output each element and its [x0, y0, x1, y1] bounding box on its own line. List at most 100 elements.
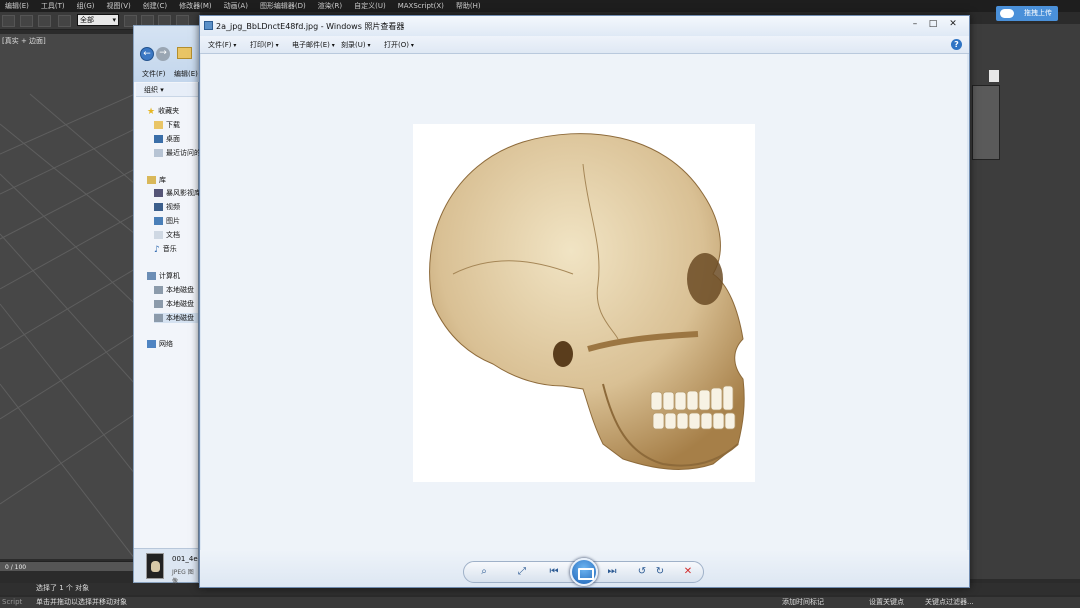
script-listener[interactable]: Script	[2, 597, 22, 608]
next-icon[interactable]: ⏭	[604, 565, 620, 579]
viewer-titlebar[interactable]: 2a_jpg_BbLDnctE48fd.jpg - Windows 照片查看器 …	[200, 16, 969, 36]
set-key-label[interactable]: 设置关键点	[869, 597, 904, 608]
max-menu-rendering[interactable]: 渲染(R)	[315, 0, 351, 12]
unlink-icon[interactable]	[38, 15, 51, 27]
maximize-button[interactable]: □	[924, 18, 942, 31]
upload-button[interactable]: 拖拽上传	[996, 6, 1058, 21]
max-menu-view[interactable]: 视图(V)	[104, 0, 140, 12]
network-icon	[147, 340, 156, 348]
slideshow-button[interactable]	[570, 558, 598, 586]
max-menu-customize[interactable]: 自定义(U)	[351, 0, 395, 12]
max-menu-tools[interactable]: 工具(T)	[38, 0, 74, 12]
menu-print[interactable]: 打印(P)	[250, 40, 279, 50]
forward-arrow-icon[interactable]: →	[156, 47, 170, 61]
documents-icon	[154, 231, 163, 239]
time-slider-label: 0 / 100	[5, 564, 27, 571]
folder-icon	[177, 47, 192, 59]
explorer-menu-edit[interactable]: 编辑(E)	[174, 69, 198, 79]
pictures-icon	[154, 217, 163, 225]
redo-icon[interactable]	[2, 15, 15, 27]
close-button[interactable]: ✕	[944, 18, 962, 31]
tree-lib-storm[interactable]: 暴风影视库	[154, 188, 201, 198]
max-prompt-bar: Script 单击并拖动以选择并移动对象 添加时间标记 设置关键点 关键点过滤器…	[0, 597, 1080, 608]
tree-recent[interactable]: 最近访问的	[154, 148, 201, 158]
displayed-photo	[413, 124, 755, 482]
bind-space-warp-icon[interactable]	[58, 15, 71, 27]
playback-controls: ⌕ ⤢ ⏮ ⏭ ↺ ↻ ✕	[463, 558, 704, 586]
selection-filter-dropdown[interactable]: 全部	[77, 14, 119, 26]
menu-burn[interactable]: 刻录(U)	[341, 40, 371, 50]
disk-icon	[154, 300, 163, 308]
image-canvas[interactable]	[201, 54, 967, 550]
link-icon[interactable]	[20, 15, 33, 27]
music-icon: ♪	[154, 245, 160, 255]
max-menu-modifiers[interactable]: 修改器(M)	[176, 0, 221, 12]
help-icon[interactable]: ?	[951, 39, 962, 50]
video-library-icon	[154, 189, 163, 197]
viewer-bottom-bar: ⌕ ⤢ ⏮ ⏭ ↺ ↻ ✕	[200, 550, 969, 587]
explorer-menu-file[interactable]: 文件(F)	[142, 69, 166, 79]
disk-icon	[154, 314, 163, 322]
tree-lib-music[interactable]: ♪ 音乐	[154, 244, 177, 255]
back-arrow-icon[interactable]: ←	[140, 47, 154, 61]
tree-lib-pictures[interactable]: 图片	[154, 216, 180, 226]
photo-viewer-window: 2a_jpg_BbLDnctE48fd.jpg - Windows 照片查看器 …	[199, 15, 970, 588]
max-menu-maxscript[interactable]: MAXScript(X)	[395, 0, 453, 12]
perspective-viewport[interactable]	[0, 34, 135, 559]
tree-network[interactable]: 网络	[147, 339, 173, 349]
max-menu-group[interactable]: 组(G)	[74, 0, 104, 12]
max-menu-help[interactable]: 帮助(H)	[453, 0, 490, 12]
explorer-nav: ← → 文件(F) 编辑(E)	[134, 26, 200, 82]
file-type: JPEG 图像	[172, 569, 194, 585]
tree-lib-documents[interactable]: 文档	[154, 230, 180, 240]
previous-icon[interactable]: ⏮	[546, 565, 562, 579]
menu-open[interactable]: 打开(O)	[384, 40, 414, 50]
explorer-details-pane: 001_4e JPEG 图像	[134, 548, 198, 585]
command-panel	[968, 24, 1080, 579]
photo-viewer-icon	[204, 21, 213, 30]
panel-spinners[interactable]	[969, 207, 991, 307]
file-thumbnail	[146, 553, 164, 579]
max-menubar: 编辑(E) 工具(T) 组(G) 视图(V) 创建(C) 修改器(M) 动画(A…	[0, 0, 1080, 12]
tree-disk-3[interactable]: 本地磁盘	[154, 313, 198, 323]
upload-button-label: 拖拽上传	[1024, 9, 1052, 17]
tree-favorites[interactable]: ★ 收藏夹	[147, 106, 179, 117]
tree-downloads[interactable]: 下载	[154, 120, 180, 130]
add-time-tag[interactable]: 添加时间标记	[782, 597, 824, 608]
tree-libraries[interactable]: 库	[147, 175, 166, 185]
status-hint: 单击并拖动以选择并移动对象	[36, 598, 127, 606]
max-menu-create[interactable]: 创建(C)	[140, 0, 176, 12]
skull-illustration	[429, 133, 745, 470]
key-filters-button[interactable]: 关键点过滤器...	[925, 597, 974, 608]
minimize-button[interactable]: –	[906, 18, 924, 31]
max-menu-animation[interactable]: 动画(A)	[221, 0, 257, 12]
panel-dropdown[interactable]	[989, 70, 999, 82]
zoom-icon[interactable]: ⌕	[476, 565, 492, 579]
rotate-left-icon[interactable]: ↺	[634, 565, 650, 579]
organize-label: 组织 ▾	[144, 86, 164, 94]
menu-email[interactable]: 电子邮件(E)	[292, 40, 335, 50]
desktop-icon	[154, 135, 163, 143]
tree-computer[interactable]: 计算机	[147, 271, 180, 281]
file-name: 001_4e	[172, 555, 198, 563]
viewport-label[interactable]: [真实 + 边面]	[2, 36, 46, 46]
recent-places-icon	[154, 149, 163, 157]
rotate-right-icon[interactable]: ↻	[652, 565, 668, 579]
panel-color-swatch	[972, 85, 1000, 160]
organize-button[interactable]: 组织 ▾	[136, 83, 198, 97]
time-slider[interactable]: 0 / 100	[0, 561, 135, 571]
max-menu-graph-editors[interactable]: 图形编辑器(D)	[257, 0, 315, 12]
viewer-title: 2a_jpg_BbLDnctE48fd.jpg - Windows 照片查看器	[216, 22, 405, 31]
max-menu-edit[interactable]: 编辑(E)	[2, 0, 38, 12]
viewer-menubar: 文件(F) 打印(P) 电子邮件(E) 刻录(U) 打开(O) ?	[200, 36, 969, 54]
tree-disk-2[interactable]: 本地磁盘	[154, 299, 194, 309]
menu-file[interactable]: 文件(F)	[208, 40, 236, 50]
computer-icon	[147, 272, 156, 280]
star-icon: ★	[147, 107, 156, 117]
delete-icon[interactable]: ✕	[680, 565, 696, 579]
actual-size-icon[interactable]: ⤢	[514, 565, 530, 579]
tree-lib-video[interactable]: 视频	[154, 202, 180, 212]
status-selected: 选择了 1 个 对象	[36, 584, 90, 592]
tree-disk-1[interactable]: 本地磁盘	[154, 285, 194, 295]
tree-desktop[interactable]: 桌面	[154, 134, 180, 144]
